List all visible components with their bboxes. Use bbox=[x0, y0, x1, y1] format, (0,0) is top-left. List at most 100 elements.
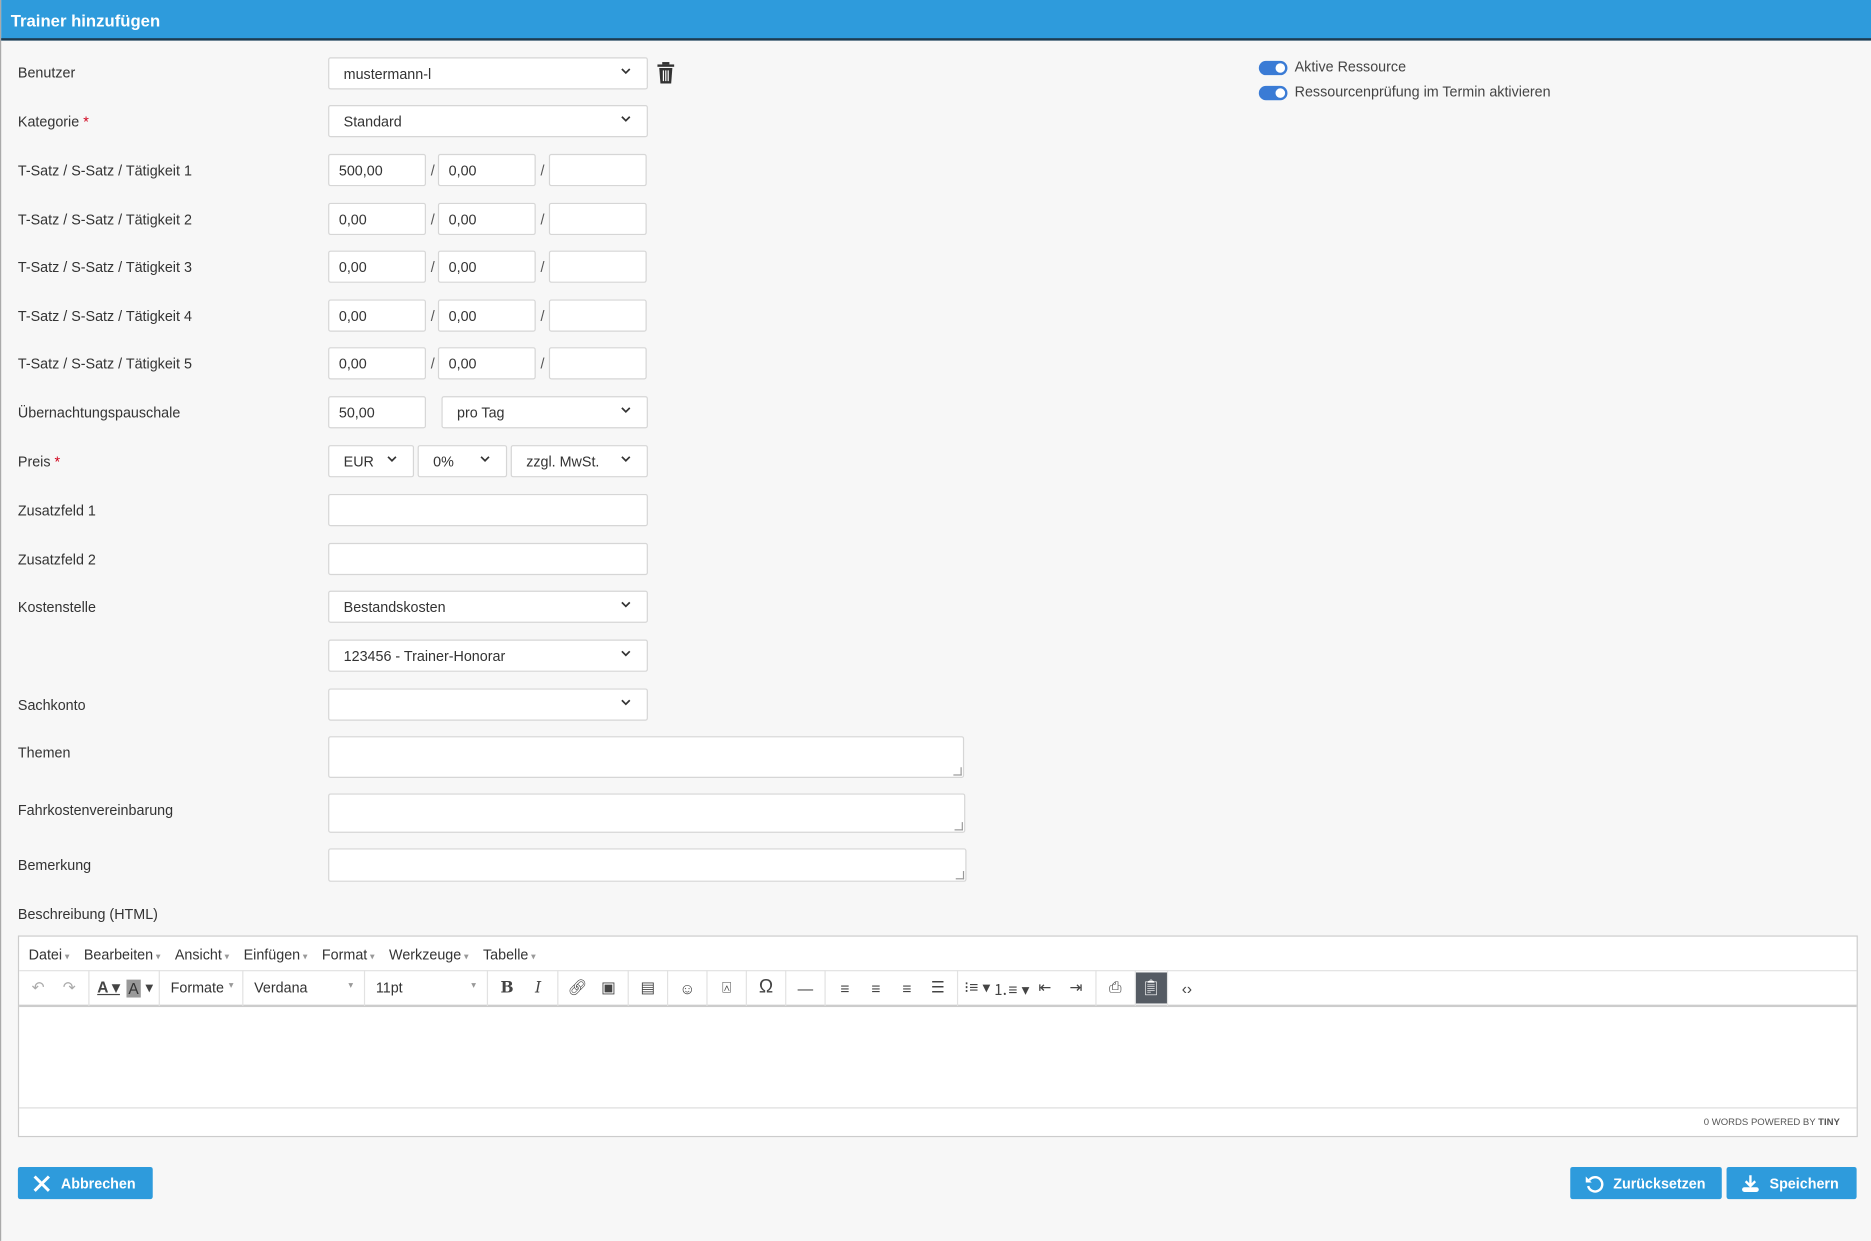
t-satz-input[interactable]: 500,00 bbox=[328, 153, 426, 187]
align-right-icon[interactable]: ≡ bbox=[891, 972, 922, 1003]
benutzer-select[interactable]: mustermann-l bbox=[328, 57, 648, 90]
sachkonto-label: Sachkonto bbox=[17, 696, 86, 714]
t-satz-input[interactable]: 0,00 bbox=[328, 202, 426, 236]
rate-label: T-Satz / S-Satz / Tätigkeit 2 bbox=[17, 211, 192, 228]
kostenstelle-sub-select[interactable]: 123456 - Trainer-Honorar bbox=[328, 639, 648, 672]
emoticon-icon[interactable]: ☺ bbox=[672, 972, 703, 1003]
taetigkeit-input[interactable] bbox=[548, 347, 647, 380]
menu-ansicht[interactable]: Ansicht bbox=[175, 946, 229, 970]
chevron-down-icon bbox=[619, 64, 632, 81]
text-color-icon[interactable]: A ▾ bbox=[93, 972, 124, 1003]
menu-werkzeuge[interactable]: Werkzeuge bbox=[389, 946, 469, 970]
sachkonto-select[interactable] bbox=[328, 688, 648, 721]
editor-menubar: Datei Bearbeiten Ansicht Einfügen Format… bbox=[19, 937, 1857, 972]
cancel-button[interactable]: Abbrechen bbox=[17, 1166, 153, 1200]
s-satz-input[interactable]: 0,00 bbox=[437, 250, 536, 283]
taetigkeit-input[interactable] bbox=[548, 299, 647, 332]
undo-icon[interactable]: ↶ bbox=[23, 972, 54, 1003]
image-icon[interactable]: ▣ bbox=[593, 972, 624, 1003]
font-size-dropdown[interactable]: 11pt bbox=[369, 980, 484, 997]
menu-datei[interactable]: Datei bbox=[29, 946, 70, 970]
link-icon[interactable]: 🔗︎ bbox=[562, 972, 593, 1003]
t-satz-input[interactable]: 0,00 bbox=[328, 347, 426, 380]
rate-label: T-Satz / S-Satz / Tätigkeit 4 bbox=[17, 307, 192, 325]
kostenstelle-select[interactable]: Bestandskosten bbox=[328, 590, 648, 623]
undo-icon bbox=[1585, 1175, 1604, 1193]
trash-icon[interactable] bbox=[656, 62, 675, 84]
beschreibung-label: Beschreibung (HTML) bbox=[17, 905, 158, 923]
editor-content[interactable] bbox=[19, 1007, 1857, 1108]
outdent-icon[interactable]: ⇤ bbox=[1029, 972, 1060, 1003]
bold-icon[interactable]: B bbox=[492, 972, 523, 1003]
save-button[interactable]: Speichern bbox=[1726, 1166, 1857, 1200]
align-justify-icon[interactable]: ☰ bbox=[922, 972, 953, 1003]
s-satz-input[interactable]: 0,00 bbox=[437, 202, 536, 236]
zusatz2-input[interactable] bbox=[328, 542, 648, 576]
chevron-down-icon bbox=[385, 452, 398, 469]
menu-format[interactable]: Format bbox=[322, 946, 375, 970]
tax-mode-select[interactable]: zzgl. MwSt. bbox=[510, 445, 648, 478]
tiny-brand[interactable]: TINY bbox=[1818, 1117, 1840, 1128]
indent-icon[interactable]: ⇥ bbox=[1060, 972, 1091, 1003]
fahrkosten-textarea[interactable] bbox=[328, 793, 966, 833]
taetigkeit-input[interactable] bbox=[548, 202, 647, 236]
editor-statusbar: 0 WORDS POWERED BY TINY bbox=[19, 1107, 1857, 1136]
kostenstelle-value: Bestandskosten bbox=[343, 598, 446, 616]
zusatz1-input[interactable] bbox=[328, 493, 648, 527]
rate-label: T-Satz / S-Satz / Tätigkeit 1 bbox=[17, 162, 192, 179]
unit-value: pro Tag bbox=[456, 404, 505, 422]
s-satz-input[interactable]: 0,00 bbox=[437, 299, 536, 332]
reset-button[interactable]: Zurücksetzen bbox=[1570, 1166, 1722, 1200]
paste-text-icon[interactable]: 📋︎ bbox=[1135, 972, 1167, 1004]
uebernachtung-input[interactable]: 50,00 bbox=[328, 396, 426, 429]
font-family-dropdown[interactable]: Verdana bbox=[247, 980, 360, 997]
currency-value: EUR bbox=[343, 453, 374, 471]
italic-icon[interactable]: I bbox=[523, 972, 554, 1003]
kategorie-label: Kategorie * bbox=[17, 113, 89, 131]
zusatz1-label: Zusatzfeld 1 bbox=[17, 502, 96, 520]
special-char-icon[interactable]: Ω bbox=[751, 972, 782, 1003]
ressourcenpruefung-label: Ressourcenprüfung im Termin aktivieren bbox=[1294, 83, 1551, 101]
align-left-icon[interactable]: ≡ bbox=[829, 972, 860, 1003]
s-satz-input[interactable]: 0,00 bbox=[437, 347, 536, 380]
separator: / bbox=[540, 162, 545, 179]
background-color-icon[interactable]: A ▾ bbox=[124, 972, 155, 1003]
menu-bearbeiten[interactable]: Bearbeiten bbox=[84, 946, 161, 970]
separator: / bbox=[540, 307, 545, 325]
bullet-list-icon[interactable]: ⁝≡ ▾ bbox=[962, 972, 993, 1003]
menu-einfuegen[interactable]: Einfügen bbox=[244, 946, 308, 970]
numbered-list-icon[interactable]: ⒈≡ ▾ bbox=[993, 972, 1030, 1003]
menu-tabelle[interactable]: Tabelle bbox=[483, 946, 536, 970]
redo-icon[interactable]: ↷ bbox=[54, 972, 85, 1003]
separator: / bbox=[540, 211, 545, 228]
t-satz-input[interactable]: 0,00 bbox=[328, 250, 426, 283]
s-satz-input[interactable]: 0,00 bbox=[437, 153, 536, 187]
separator: / bbox=[430, 162, 435, 179]
themen-label: Themen bbox=[17, 744, 71, 762]
aktive-ressource-toggle[interactable] bbox=[1258, 60, 1288, 76]
tax-rate-select[interactable]: 0% bbox=[417, 445, 508, 478]
taetigkeit-input[interactable] bbox=[548, 250, 647, 283]
print-icon[interactable]: ⎙ bbox=[1100, 972, 1131, 1003]
kategorie-select[interactable]: Standard bbox=[328, 105, 648, 138]
uebernachtung-unit-select[interactable]: pro Tag bbox=[441, 396, 648, 429]
source-code-icon[interactable]: ‹› bbox=[1171, 972, 1202, 1003]
separator: / bbox=[430, 258, 435, 276]
horizontal-rule-icon[interactable]: — bbox=[790, 972, 821, 1003]
taetigkeit-input[interactable] bbox=[548, 153, 647, 187]
align-center-icon[interactable]: ≡ bbox=[860, 972, 891, 1003]
t-satz-input[interactable]: 0,00 bbox=[328, 299, 426, 332]
media-icon[interactable]: ▤ bbox=[632, 972, 663, 1003]
zusatz2-label: Zusatzfeld 2 bbox=[17, 551, 96, 568]
ressourcenpruefung-toggle[interactable] bbox=[1258, 85, 1288, 101]
benutzer-value: mustermann-l bbox=[343, 65, 432, 83]
preis-label: Preis * bbox=[17, 453, 61, 471]
bookmark-icon[interactable]: ⍓ bbox=[711, 972, 742, 1003]
formats-dropdown[interactable]: Formate bbox=[163, 980, 240, 997]
themen-textarea[interactable] bbox=[328, 736, 965, 778]
bemerkung-textarea[interactable] bbox=[328, 848, 967, 882]
uebernachtung-label: Übernachtungspauschale bbox=[17, 404, 181, 422]
chevron-down-icon bbox=[619, 452, 632, 469]
currency-select[interactable]: EUR bbox=[328, 445, 415, 478]
download-icon bbox=[1742, 1174, 1759, 1192]
